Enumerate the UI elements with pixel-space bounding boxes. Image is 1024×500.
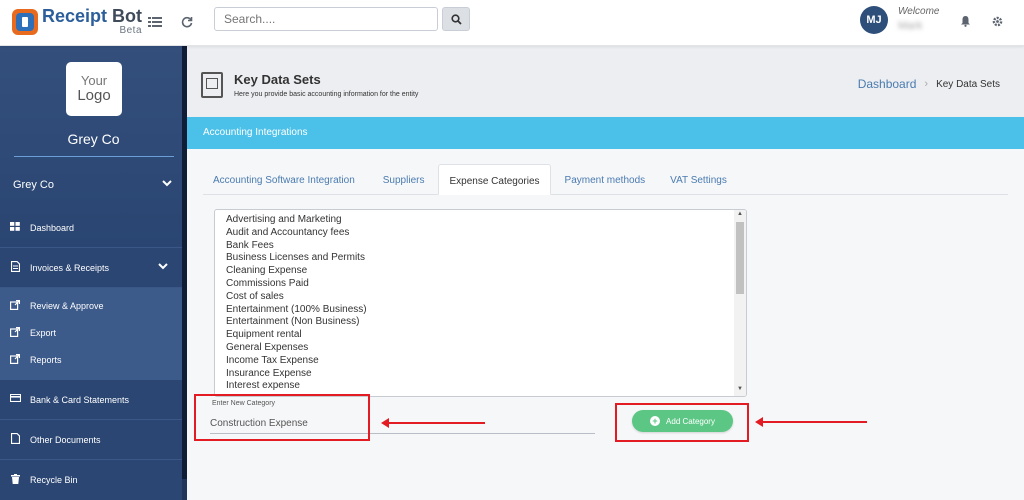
receipt-bot-logo-icon — [12, 8, 38, 35]
list-item[interactable]: Commissions Paid — [226, 278, 367, 291]
annotation-arrow-left — [381, 418, 485, 428]
refresh-icon[interactable] — [178, 14, 196, 32]
chevron-down-icon[interactable] — [158, 262, 168, 272]
scroll-down-arrow-icon[interactable]: ▼ — [736, 386, 744, 392]
breadcrumb-dashboard-link[interactable]: Dashboard — [858, 77, 917, 91]
sidebar-item-dashboard[interactable]: Dashboard — [0, 208, 182, 248]
list-item[interactable]: Equipment rental — [226, 329, 367, 342]
file-icon — [9, 432, 21, 447]
section-banner: Accounting Integrations — [187, 117, 1024, 149]
app-logo[interactable]: Receipt Bot Beta — [12, 7, 142, 36]
list-item[interactable]: Income Tax Expense — [226, 355, 367, 368]
list-item[interactable]: Cleaning Expense — [226, 265, 367, 278]
banner-title: Accounting Integrations — [203, 127, 308, 138]
page-title: Key Data Sets — [234, 72, 321, 87]
company-name: Grey Co — [67, 131, 120, 147]
document-icon — [9, 260, 21, 275]
dashboard-icon — [9, 221, 21, 234]
sidebar-item-label: Recycle Bin — [30, 475, 78, 485]
tab-bar: Accounting Software Integration Supplier… — [203, 164, 1008, 195]
company-logo-placeholder: Your Logo — [66, 62, 122, 116]
company-selector[interactable]: Grey Co — [13, 179, 54, 191]
sidebar-item-export[interactable]: Export — [0, 323, 182, 343]
sidebar-item-label: Invoices & Receipts — [30, 262, 110, 273]
logo-line1: Your — [80, 73, 108, 89]
chevron-down-icon[interactable] — [162, 176, 172, 190]
sidebar-item-other-documents[interactable]: Other Documents — [0, 420, 182, 460]
main-content: Key Data Sets Here you provide basic acc… — [187, 46, 1024, 500]
list-item[interactable]: Cost of sales — [226, 291, 367, 304]
chevron-right-icon: › — [924, 78, 929, 90]
listbox-scrollbar-thumb[interactable] — [736, 222, 744, 294]
expense-categories-listbox[interactable]: Advertising and Marketing Audit and Acco… — [214, 209, 747, 397]
list-item[interactable]: Business Licenses and Permits — [226, 252, 367, 265]
content-panel: Accounting Software Integration Supplier… — [187, 149, 1024, 500]
credit-card-icon — [9, 393, 21, 405]
top-bar: Receipt Bot Beta MJ Welcome Mark — [0, 0, 1024, 46]
sidebar-item-bank-card-statements[interactable]: Bank & Card Statements — [0, 380, 182, 420]
logo-line2: Logo — [77, 86, 111, 104]
sidebar-scrollbar-thumb[interactable] — [182, 46, 187, 479]
gear-icon[interactable] — [988, 13, 1006, 31]
highlight-box-add-category — [615, 403, 749, 442]
category-list: Advertising and Marketing Audit and Acco… — [226, 214, 367, 393]
breadcrumb-current: Key Data Sets — [936, 78, 1000, 90]
divider — [14, 156, 174, 157]
sidebar-item-label: Bank & Card Statements — [30, 394, 130, 405]
annotation-arrow-right — [755, 417, 867, 427]
breadcrumb: Dashboard › Key Data Sets — [858, 77, 1000, 91]
tab-suppliers[interactable]: Suppliers — [373, 164, 435, 195]
tab-vat-settings[interactable]: VAT Settings — [660, 164, 737, 195]
list-item[interactable]: Bank Fees — [226, 240, 367, 253]
user-name: Mark — [898, 20, 923, 32]
sidebar-item-label: Review & Approve — [30, 301, 104, 311]
app-edition: Beta — [119, 25, 143, 36]
highlight-box-new-category — [194, 394, 370, 441]
tab-accounting-software-integration[interactable]: Accounting Software Integration — [203, 164, 365, 195]
search-icon — [450, 13, 462, 25]
page-subtitle: Here you provide basic accounting inform… — [234, 91, 419, 98]
list-item[interactable]: Interest expense — [226, 380, 367, 393]
tab-expense-categories[interactable]: Expense Categories — [438, 164, 551, 195]
user-avatar[interactable]: MJ — [860, 6, 888, 34]
search-button[interactable] — [442, 7, 470, 31]
list-item[interactable]: Entertainment (100% Business) — [226, 304, 367, 317]
list-item[interactable]: Insurance Expense — [226, 368, 367, 381]
sidebar: Your Logo Grey Co Grey Co Dashboard Invo… — [0, 46, 187, 500]
key-data-sets-icon — [201, 72, 223, 98]
sidebar-item-label: Export — [30, 328, 57, 338]
list-item[interactable]: Advertising and Marketing — [226, 214, 367, 227]
bell-icon[interactable] — [956, 13, 974, 31]
sidebar-item-invoices-receipts[interactable]: Invoices & Receipts — [0, 248, 182, 288]
search-input[interactable] — [214, 7, 438, 31]
welcome-text: Welcome — [898, 6, 940, 17]
sidebar-item-label: Dashboard — [30, 222, 75, 233]
app-name-part1: Receipt — [42, 6, 113, 26]
sidebar-item-review-approve[interactable]: Review & Approve — [0, 296, 182, 316]
sidebar-item-label: Other Documents — [30, 434, 101, 445]
list-item[interactable]: Audit and Accountancy fees — [226, 227, 367, 240]
list-item[interactable]: Entertainment (Non Business) — [226, 316, 367, 329]
external-link-icon — [9, 326, 21, 340]
list-item[interactable]: General Expenses — [226, 342, 367, 355]
external-link-icon — [9, 299, 21, 313]
external-link-icon — [9, 353, 21, 367]
list-menu-icon[interactable] — [146, 14, 164, 32]
sidebar-item-reports[interactable]: Reports — [0, 350, 182, 370]
scroll-up-arrow-icon[interactable]: ▲ — [736, 211, 744, 217]
app-name-part2: Bot — [112, 6, 143, 26]
sidebar-item-recycle-bin[interactable]: Recycle Bin — [0, 460, 182, 500]
trash-icon — [9, 473, 21, 487]
tab-payment-methods[interactable]: Payment methods — [555, 164, 656, 195]
sidebar-submenu: Review & Approve Export Reports — [0, 288, 182, 380]
sidebar-item-label: Reports — [30, 355, 62, 365]
